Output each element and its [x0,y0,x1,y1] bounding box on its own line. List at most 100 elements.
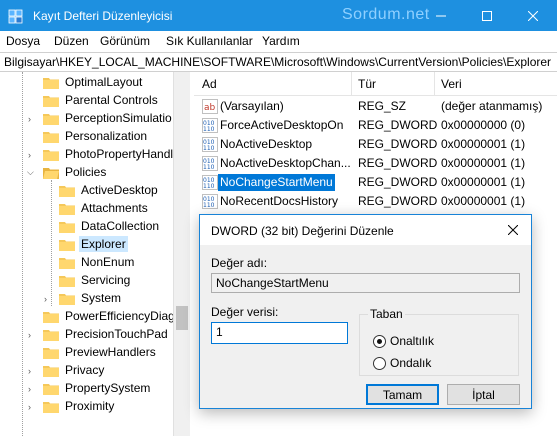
expand-arrow-icon[interactable]: › [28,402,31,412]
tree-item-parental-controls[interactable]: Parental Controls [43,91,160,109]
tree-item-privacy[interactable]: Privacy [43,361,106,379]
ok-button-label: Tamam [382,387,423,402]
folder-icon [59,239,75,251]
address-path: Bilgisayar\HKEY_LOCAL_MACHINE\SOFTWARE\M… [4,55,552,69]
minimize-button[interactable] [418,0,464,31]
tree-item-label: OptimalLayout [65,75,143,89]
menu-view[interactable]: Görünüm [100,34,150,48]
menu-favorites[interactable]: Sık Kullanılanlar [166,34,253,48]
radio-hexadecimal[interactable]: Onaltılık [373,334,434,348]
close-icon [528,10,538,21]
value-data-input[interactable]: 1 [211,322,348,344]
close-button[interactable] [510,0,556,31]
folder-icon [59,221,75,233]
value-name-label: Değer adı: [211,256,268,270]
value-data: 0x00000001 (1) [441,137,526,151]
cancel-button[interactable]: İptal [447,384,520,405]
list-row[interactable]: 010 110 ForceActiveDesktopOn REG_DWORD 0x… [194,116,557,135]
scrollbar-thumb[interactable] [176,306,188,330]
base-label: Taban [368,307,405,321]
svg-text:110: 110 [203,202,215,209]
edit-dword-dialog: DWORD (32 bit) Değerini Düzenle Değer ad… [199,214,532,409]
tree-item-label: ActiveDesktop [81,183,158,197]
close-icon [508,225,518,235]
tree-item-label: NonEnum [81,255,135,269]
folder-icon [43,365,59,377]
folder-icon [43,329,59,341]
tree-item-personalization[interactable]: Personalization [43,127,149,145]
dialog-close-button[interactable] [500,220,526,240]
value-type: REG_DWORD [358,194,438,208]
tree-item-proximity[interactable]: Proximity [43,397,116,415]
svg-text:110: 110 [203,126,215,133]
tree-item-system[interactable]: System [59,289,123,307]
menu-file[interactable]: Dosya [6,34,40,48]
maximize-button[interactable] [464,0,510,31]
radio-checked-icon [373,334,386,348]
folder-icon [43,113,59,125]
svg-text:110: 110 [203,183,215,190]
list-row[interactable]: 010 110 NoActiveDesktop REG_DWORD 0x00000… [194,135,557,154]
ok-button[interactable]: Tamam [366,384,439,405]
column-divider[interactable] [434,72,435,96]
menu-help[interactable]: Yardım [262,34,300,48]
column-header-data[interactable]: Veri [441,77,462,91]
menu-bar: Dosya Düzen Görünüm Sık Kullanılanlar Ya… [0,31,557,52]
list-row[interactable]: 010 110 NoActiveDesktopChan... REG_DWORD … [194,154,557,173]
tree-item-policies[interactable]: Policies [43,163,108,181]
value-name: NoActiveDesktopChan... [220,156,351,170]
tree-item-precisiontouchpad[interactable]: PrecisionTouchPad [43,325,170,343]
tree-item-label: PropertySystem [65,381,151,395]
value-name: NoChangeStartMenu [218,174,335,191]
tree-item-label: Personalization [65,129,148,143]
dword-value-icon: 010110 [202,175,218,190]
value-type: REG_DWORD [358,156,438,170]
dword-value-icon: 010110 [202,137,218,152]
tree-item-servicing[interactable]: Servicing [59,271,132,289]
tree-scrollbar[interactable] [173,72,190,436]
expand-arrow-icon[interactable]: › [44,294,47,304]
tree-item-activedesktop[interactable]: ActiveDesktop [59,181,160,199]
radio-decimal[interactable]: Ondalık [373,356,431,370]
expand-arrow-icon[interactable]: › [28,114,31,124]
expand-arrow-icon[interactable]: › [28,330,31,340]
svg-text:110: 110 [203,145,215,152]
svg-text:110: 110 [203,164,215,171]
tree-item-propertysystem[interactable]: PropertySystem [43,379,152,397]
list-row[interactable]: ab (Varsayılan) REG_SZ (değer atanmamış) [194,97,557,116]
tree-item-optimallayout[interactable]: OptimalLayout [43,73,144,91]
folder-icon [43,95,59,107]
list-row[interactable]: 010 110 NoRecentDocsHistory REG_DWORD 0x0… [194,192,557,211]
expand-arrow-icon[interactable]: › [28,384,31,394]
tree-item-photopropertyhandler[interactable]: PhotoPropertyHandl [43,145,175,163]
list-row-selected[interactable]: 010 110 NoChangeStartMenu REG_DWORD 0x000… [194,173,557,192]
tree-item-perceptionsimulation[interactable]: PerceptionSimulatio [43,109,174,127]
tree-item-datacollection[interactable]: DataCollection [59,217,161,235]
dialog-title: DWORD (32 bit) Değerini Düzenle [211,224,394,238]
address-bar[interactable]: Bilgisayar\HKEY_LOCAL_MACHINE\SOFTWARE\M… [0,52,557,72]
menu-edit[interactable]: Düzen [54,34,89,48]
tree-item-previewhandlers[interactable]: PreviewHandlers [43,343,158,361]
tree-item-attachments[interactable]: Attachments [59,199,150,217]
value-type: REG_SZ [358,99,407,113]
expand-arrow-icon[interactable]: › [28,366,31,376]
folder-icon [59,203,75,215]
folder-icon [43,347,59,359]
folder-icon [43,311,59,323]
cancel-button-label: İptal [472,387,495,402]
column-divider[interactable] [351,72,352,96]
tree-item-label: System [81,291,122,305]
value-name: (Varsayılan) [220,99,284,113]
tree-item-nonenum[interactable]: NonEnum [59,253,136,271]
value-name: ForceActiveDesktopOn [220,118,344,132]
maximize-icon [482,10,492,21]
expand-arrow-icon[interactable]: › [28,150,31,160]
column-header-name[interactable]: Ad [202,77,217,91]
collapse-arrow-icon[interactable]: ⌵ [27,167,34,178]
tree-item-label: PrecisionTouchPad [65,327,168,341]
column-header-type[interactable]: Tür [358,77,376,91]
radio-label: Ondalık [390,356,432,370]
folder-icon [43,383,59,395]
tree-item-explorer[interactable]: Explorer [59,235,128,253]
tree-item-powerefficiencydiag[interactable]: PowerEfficiencyDiag [43,307,177,325]
